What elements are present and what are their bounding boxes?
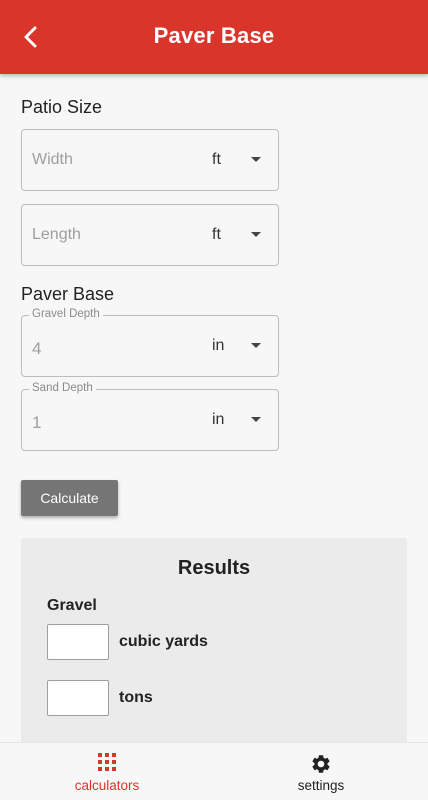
nav-settings[interactable]: settings xyxy=(214,743,428,800)
length-unit-select[interactable]: ft xyxy=(212,226,221,244)
nav-calculators-label: calculators xyxy=(74,778,140,793)
page-title: Paver Base xyxy=(153,23,275,48)
caret-down-icon[interactable] xyxy=(251,157,261,162)
results-panel: Results Gravel cubic yards tons xyxy=(21,538,407,758)
caret-down-icon[interactable] xyxy=(251,343,261,348)
tons-label: tons xyxy=(119,689,153,706)
width-unit-select[interactable]: ft xyxy=(212,151,221,169)
cubic-yards-output xyxy=(47,624,109,660)
nav-calculators[interactable]: calculators xyxy=(0,743,214,800)
patio-size-heading: Patio Size xyxy=(21,97,103,117)
gravel-results-heading: Gravel xyxy=(47,597,97,614)
results-title: Results xyxy=(177,557,251,579)
bottom-navigation: calculators settings xyxy=(0,742,428,800)
paver-base-heading: Paver Base xyxy=(21,284,115,304)
gear-icon xyxy=(312,755,330,773)
gravel-depth-label: Gravel Depth xyxy=(29,308,103,320)
cubic-yards-label: cubic yards xyxy=(119,633,208,650)
tons-output xyxy=(47,680,109,716)
app-bar: Paver Base xyxy=(0,0,428,74)
length-field[interactable]: Length ft xyxy=(21,204,279,266)
width-field[interactable]: Width ft xyxy=(21,129,279,191)
gravel-depth-field[interactable]: Gravel Depth 4 in xyxy=(21,308,279,377)
sand-depth-label: Sand Depth xyxy=(29,382,96,394)
gravel-depth-value: 4 xyxy=(32,339,42,358)
sand-depth-field[interactable]: Sand Depth 1 in xyxy=(21,382,279,451)
sand-unit-select[interactable]: in xyxy=(212,411,224,429)
width-placeholder: Width xyxy=(32,151,73,168)
calculate-button[interactable]: Calculate xyxy=(21,480,118,516)
grid-icon xyxy=(98,753,116,771)
gravel-unit-select[interactable]: in xyxy=(212,337,224,355)
caret-down-icon[interactable] xyxy=(251,232,261,237)
length-placeholder: Length xyxy=(32,226,81,243)
caret-down-icon[interactable] xyxy=(251,417,261,422)
nav-settings-label: settings xyxy=(297,778,345,793)
sand-depth-value: 1 xyxy=(32,413,42,432)
